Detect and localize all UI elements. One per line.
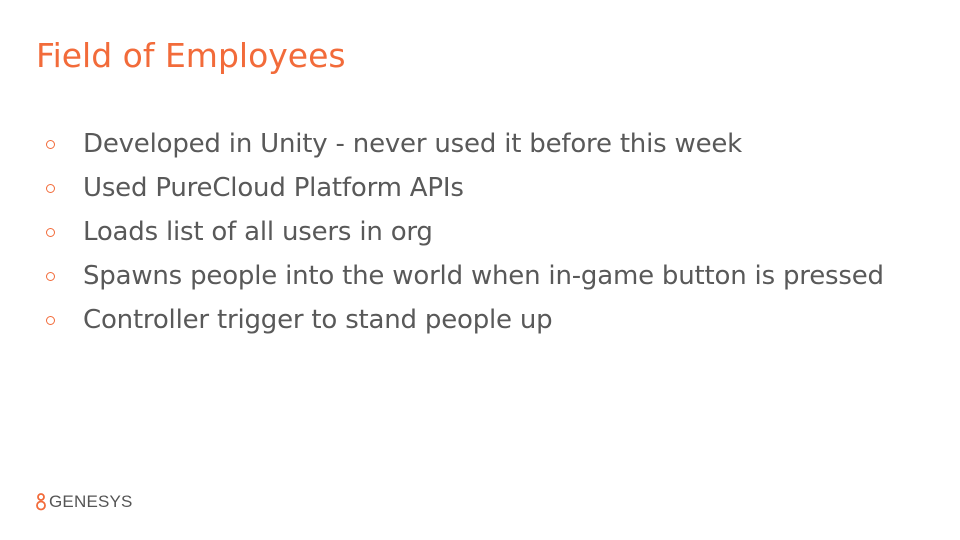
bullet-text: Developed in Unity - never used it befor… bbox=[83, 129, 743, 159]
bullet-item: Spawns people into the world when in-gam… bbox=[46, 254, 884, 298]
bullet-list: Developed in Unity - never used it befor… bbox=[46, 122, 884, 342]
genesys-logo: GENESYS bbox=[36, 492, 133, 512]
bullet-circle-icon bbox=[46, 315, 55, 325]
slide: Field of Employees Developed in Unity - … bbox=[0, 0, 960, 540]
bullet-text: Loads list of all users in org bbox=[83, 217, 433, 247]
bullet-item: Used PureCloud Platform APIs bbox=[46, 166, 884, 210]
bullet-circle-icon bbox=[46, 227, 55, 237]
bullet-circle-icon bbox=[46, 271, 55, 281]
logo-text: GENESYS bbox=[49, 492, 133, 511]
bullet-circle-icon bbox=[46, 183, 55, 193]
slide-title: Field of Employees bbox=[36, 36, 346, 75]
bullet-item: Controller trigger to stand people up bbox=[46, 298, 884, 342]
bullet-text: Controller trigger to stand people up bbox=[83, 305, 553, 335]
bullet-item: Developed in Unity - never used it befor… bbox=[46, 122, 884, 166]
bullet-text: Used PureCloud Platform APIs bbox=[83, 173, 464, 203]
bullet-circle-icon bbox=[46, 139, 55, 149]
bullet-text: Spawns people into the world when in-gam… bbox=[83, 261, 884, 291]
genesys-logo-icon bbox=[36, 493, 46, 511]
bullet-item: Loads list of all users in org bbox=[46, 210, 884, 254]
